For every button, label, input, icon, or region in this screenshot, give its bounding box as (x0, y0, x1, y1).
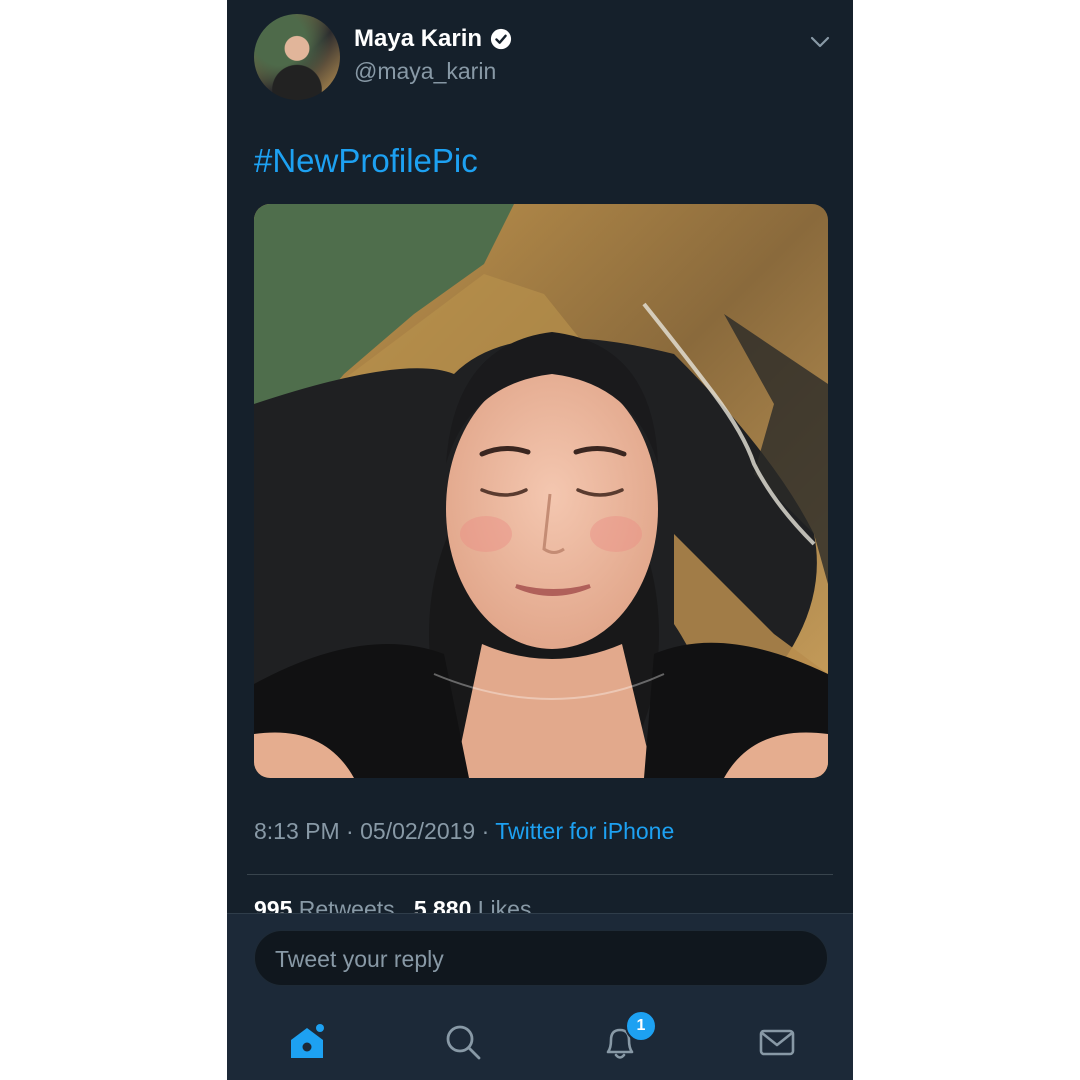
avatar[interactable] (254, 14, 340, 100)
verified-badge-icon (490, 28, 512, 50)
reply-placeholder: Tweet your reply (275, 946, 444, 972)
photo-image (254, 204, 828, 778)
tweet-hashtag[interactable]: #NewProfilePic (254, 142, 478, 180)
home-icon[interactable] (287, 1022, 327, 1062)
tweet-screen: Maya Karin @maya_karin #NewProfilePic 8:… (227, 0, 853, 1080)
author-handle[interactable]: @maya_karin (354, 58, 496, 85)
tweet-time: 8:13 PM (254, 818, 340, 844)
author-name[interactable]: Maya Karin (354, 25, 482, 53)
tweet-header: Maya Karin @maya_karin (227, 0, 853, 110)
search-icon[interactable] (443, 1022, 483, 1062)
chevron-down-icon[interactable] (809, 34, 831, 50)
tweet-date: 05/02/2019 (360, 818, 476, 844)
tweet-photo[interactable] (254, 204, 828, 778)
tweet-timestamp: 8:13 PM · 05/02/2019 · Twitter for iPhon… (254, 818, 674, 845)
divider (247, 874, 833, 875)
notification-badge: 1 (625, 1010, 657, 1042)
separator: · (339, 818, 361, 844)
mail-icon[interactable] (757, 1022, 797, 1062)
tweet-source-link[interactable]: Twitter for iPhone (495, 818, 674, 844)
author-name-row: Maya Karin (354, 25, 512, 53)
reply-input[interactable]: Tweet your reply (254, 930, 828, 986)
separator: · (475, 818, 496, 844)
bottom-bar: Tweet your reply 1 (227, 913, 853, 1080)
